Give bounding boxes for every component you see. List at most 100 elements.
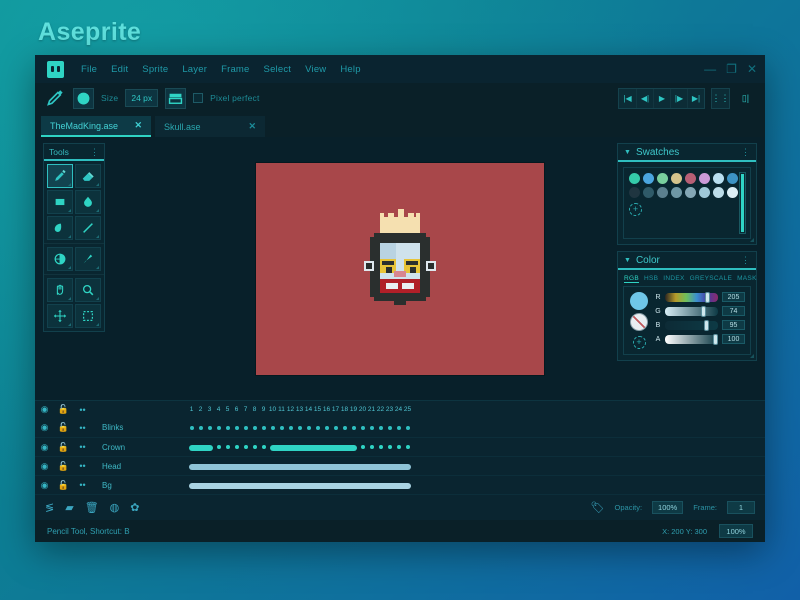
go-to-first-frame-button[interactable]: |◀ [619,88,636,108]
frame-cell[interactable] [349,421,358,434]
keyframe-dot[interactable] [261,445,266,449]
pencil-icon[interactable] [45,88,66,109]
frame-cell[interactable] [223,421,232,434]
frame-cell[interactable] [286,421,295,434]
kebab-menu-icon[interactable]: ⋮ [741,256,750,265]
unlock-icon[interactable]: 🔓 [54,404,73,415]
frame-number[interactable]: 22 [376,406,385,413]
hand-tool[interactable] [47,278,73,302]
chevron-down-icon[interactable]: ▼ [624,149,631,156]
play-animation-button[interactable]: ▶ [653,88,670,108]
menu-item-sprite[interactable]: Sprite [135,60,175,79]
frame-cell[interactable] [358,421,367,434]
frame-cell[interactable] [394,421,403,434]
keyframe-dot[interactable] [405,425,410,430]
color-swatch[interactable] [727,187,738,198]
onion-skin-icon[interactable]: ⋮⋮ [711,87,730,109]
color-mode-tab-index[interactable]: INDEX [663,275,684,283]
keyframe-span[interactable] [269,444,357,451]
keyframe-dot[interactable] [234,425,239,430]
brush-size-input[interactable]: 24 px [125,89,159,107]
kebab-menu-icon[interactable]: ⋮ [741,148,750,157]
keyframe-dot[interactable] [396,425,401,430]
unlock-icon[interactable]: 🔓 [54,442,73,453]
color-swatch[interactable] [629,173,640,184]
layer-name[interactable]: Head [92,462,184,471]
gradient-tool[interactable] [47,247,73,271]
frame-cell[interactable] [259,421,268,434]
keyframe-span[interactable] [188,444,213,451]
keyframe-dot[interactable] [243,425,248,430]
keyframe-dot[interactable] [270,425,275,430]
frame-cell[interactable] [313,421,322,434]
pixel-perfect-checkbox[interactable] [193,93,204,103]
keyframe-dot[interactable] [360,425,365,430]
color-swatch[interactable] [643,173,654,184]
close-icon[interactable]: ✕ [134,120,142,131]
rectangle-tool[interactable] [47,190,73,214]
frame-cell[interactable] [394,441,403,454]
onion-skin-button[interactable]: ◍ [110,501,120,514]
slider-knob[interactable] [703,319,709,331]
frame-cell[interactable] [250,441,259,454]
keyframe-dot[interactable] [261,425,266,430]
eye-icon[interactable]: ◉ [35,480,54,491]
unlock-icon[interactable]: 🔓 [54,461,73,472]
menu-item-layer[interactable]: Layer [175,60,214,79]
previous-frame-button[interactable]: ◀| [636,88,653,108]
frame-cell[interactable] [259,441,268,454]
color-swatch[interactable] [713,187,724,198]
pencil-tool[interactable] [47,164,73,188]
color-swatch[interactable] [699,173,710,184]
menu-item-view[interactable]: View [298,60,333,79]
color-swatch[interactable] [671,173,682,184]
frame-cell[interactable] [250,421,259,434]
keyframe-dot[interactable] [306,425,311,430]
slider-track-r[interactable] [665,291,718,303]
layer-frames[interactable] [184,421,765,434]
keyframe-dot[interactable] [288,425,293,430]
frame-cell[interactable] [385,421,394,434]
frame-number[interactable]: 11 [277,406,286,413]
eye-icon[interactable]: ◉ [35,442,54,453]
timeline-layer-row[interactable]: ◉ 🔓 •• Head [35,456,765,475]
keyframe-dot[interactable] [315,425,320,430]
frame-cell[interactable] [403,441,412,454]
continuous-icon[interactable]: •• [73,480,92,490]
frame-number[interactable]: 10 [268,406,277,413]
slider-track-b[interactable] [665,319,718,331]
keyframe-dot[interactable] [387,425,392,430]
keyframe-dot[interactable] [216,445,221,449]
color-mode-tab-rgb[interactable]: RGB [624,275,639,283]
frame-number[interactable]: 17 [331,406,340,413]
timeline-layer-row[interactable]: ◉ 🔓 •• Crown [35,437,765,456]
frame-number[interactable]: 13 [295,406,304,413]
frame-cell[interactable] [367,441,376,454]
brush-shape-button[interactable] [73,87,94,109]
color-swatch[interactable] [671,187,682,198]
zoom-level[interactable]: 100% [719,524,753,538]
frame-number[interactable]: 8 [250,406,259,413]
paint-bucket-tool[interactable] [75,190,101,214]
color-swatch[interactable] [657,187,668,198]
color-swatch[interactable] [629,187,640,198]
frame-cell[interactable] [376,441,385,454]
zoom-tool[interactable] [75,278,101,302]
go-to-last-frame-button[interactable]: ▶| [687,88,704,108]
frame-number[interactable]: 12 [286,406,295,413]
eye-icon[interactable]: ◉ [35,404,54,415]
slider-knob[interactable] [701,305,707,317]
frame-cell[interactable] [223,441,232,454]
color-swatch[interactable] [657,173,668,184]
frame-cell[interactable] [304,421,313,434]
new-group-button[interactable]: ▰ [65,501,73,514]
close-icon[interactable]: ✕ [248,121,256,132]
add-color-button[interactable]: + [632,336,646,349]
frame-number[interactable]: 25 [403,406,412,413]
mad-king-sprite[interactable] [336,204,464,333]
keyframe-dot[interactable] [234,445,239,449]
keyframe-dot[interactable] [243,445,248,449]
maximize-button[interactable]: ❐ [726,63,737,75]
frame-cell[interactable] [331,421,340,434]
frame-cell[interactable] [241,441,250,454]
